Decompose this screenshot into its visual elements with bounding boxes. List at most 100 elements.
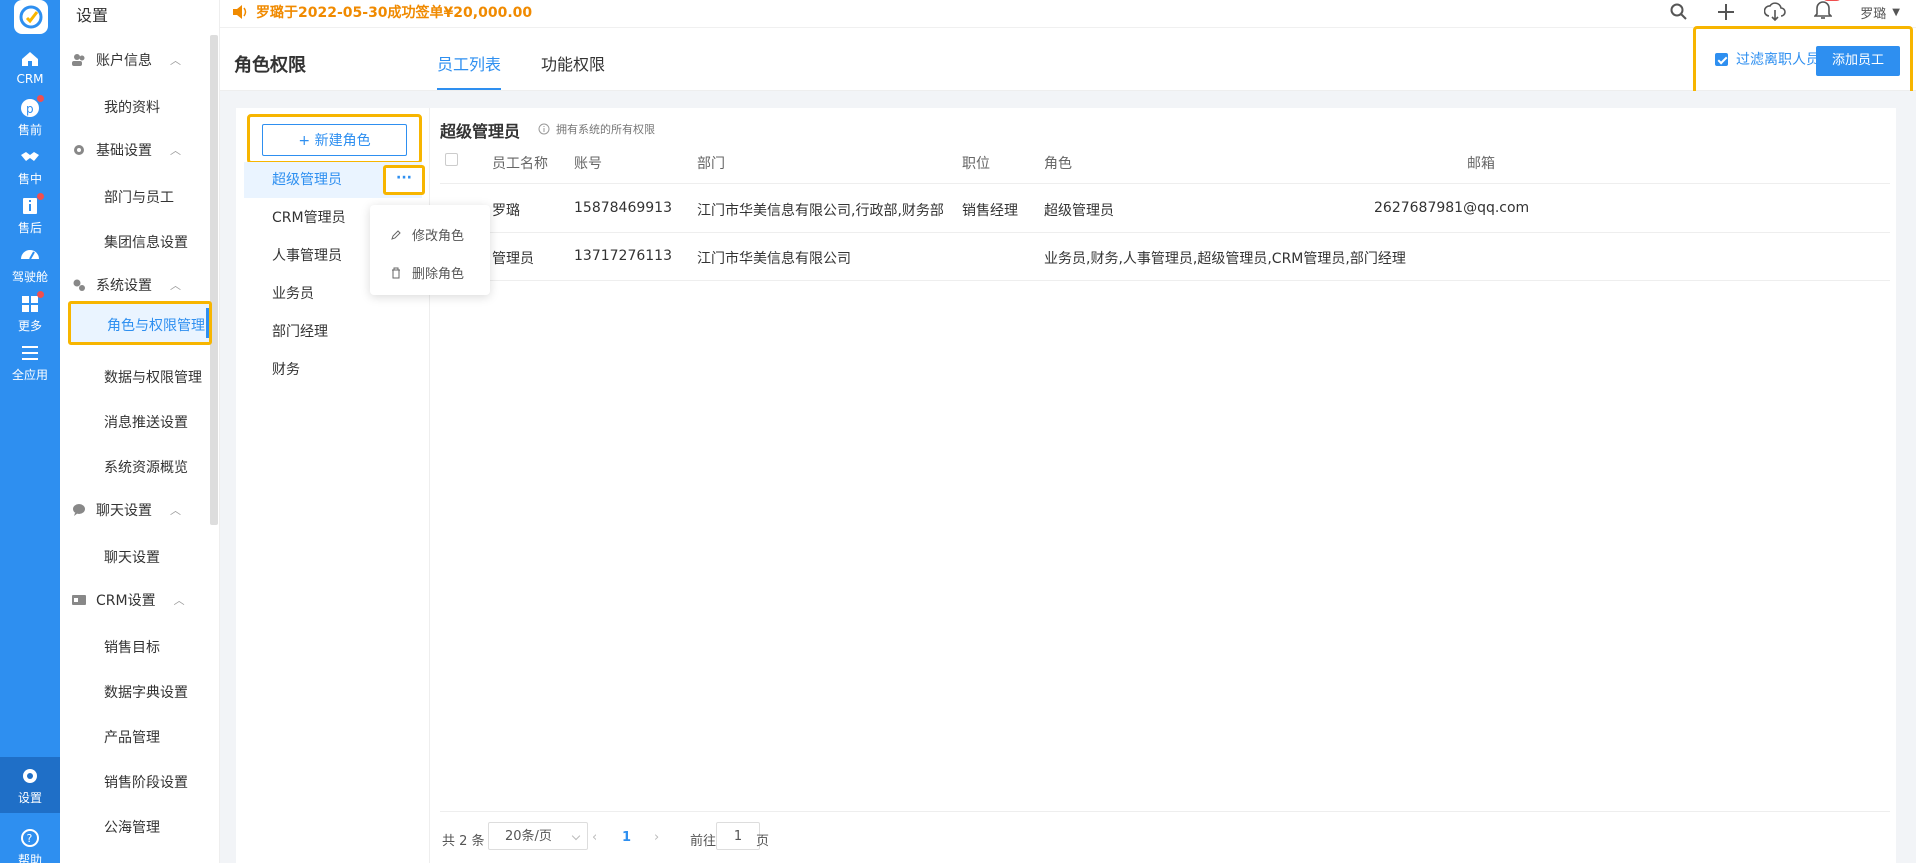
chevron-up-icon: ︿ [170, 504, 181, 517]
role-item-finance[interactable]: 财务 [244, 352, 422, 388]
role-description: 拥有系统的所有权限 [538, 121, 655, 137]
menu-group-basic[interactable]: 基础设置 ︿ [72, 140, 181, 160]
menu-item-sales-target[interactable]: 销售目标 [104, 637, 160, 657]
cell-name: 罗璐 [492, 203, 520, 219]
help-icon: ? [21, 829, 39, 847]
cell-email: 2627687981@qq.com [1374, 200, 1530, 216]
rail-label: 售前 [17, 123, 42, 137]
menu-group-chat[interactable]: 聊天设置 ︿ [72, 500, 181, 520]
rail-label: 帮助 [17, 853, 42, 863]
next-page-icon[interactable]: › [654, 830, 659, 845]
page-size-select[interactable]: 20条/页 [488, 822, 588, 850]
menu-item-chat-settings[interactable]: 聊天设置 [104, 547, 160, 567]
rail-item-more[interactable]: 更多 [0, 285, 60, 341]
chevron-up-icon: ︿ [170, 144, 181, 157]
menu-icon [22, 346, 38, 360]
cloud-download-icon[interactable] [1764, 2, 1787, 22]
chevron-up-icon: ︿ [170, 54, 181, 67]
content-panel: + 新建角色 超级管理员 ··· CRM管理员 人事管理员 业务员 部门经理 财… [236, 108, 1896, 863]
col-header-name[interactable]: 员工名称 [492, 153, 548, 173]
menu-item-profile[interactable]: 我的资料 [104, 97, 160, 117]
col-header-position[interactable]: 职位 [962, 153, 990, 173]
edit-role-item[interactable]: 修改角色 [390, 225, 464, 244]
new-role-button[interactable]: + 新建角色 [262, 124, 407, 156]
menu-scrollbar[interactable] [210, 35, 218, 525]
rail-label: CRM [16, 72, 44, 86]
top-bar-icons: 20 罗璐 ▼ [1670, 0, 1900, 24]
menu-group-label: CRM设置 [96, 593, 156, 609]
top-bar: 罗璐于2022-05-30成功签单¥20,000.00 20 罗璐 ▼ [220, 0, 1916, 28]
rail-item-all-apps[interactable]: 全应用 [0, 334, 60, 390]
more-options-icon[interactable]: ··· [383, 165, 425, 195]
rail-item-aftersale[interactable]: 售后 [0, 187, 60, 243]
rail-item-settings[interactable]: 设置 [0, 757, 60, 813]
role-item-dept-manager[interactable]: 部门经理 [244, 314, 422, 350]
sales-notice[interactable]: 罗璐于2022-05-30成功签单¥20,000.00 [232, 2, 532, 22]
menu-item-push[interactable]: 消息推送设置 [104, 412, 188, 432]
menu-item-dict[interactable]: 数据字典设置 [104, 682, 188, 702]
rail-item-insale[interactable]: 售中 [0, 138, 60, 194]
tab-employee-list[interactable]: 员工列表 [437, 51, 502, 90]
col-header-account[interactable]: 账号 [574, 153, 602, 173]
prev-page-icon[interactable]: ‹ [592, 830, 597, 845]
notification-dot [37, 291, 44, 298]
search-icon[interactable] [1670, 3, 1688, 21]
menu-item-product[interactable]: 产品管理 [104, 727, 160, 747]
col-header-role[interactable]: 角色 [1044, 153, 1072, 173]
users-icon [72, 54, 85, 66]
filter-resigned[interactable]: 过滤离职人员 [1715, 49, 1820, 69]
edit-icon [391, 229, 401, 240]
menu-item-group-info[interactable]: 集团信息设置 [104, 232, 188, 252]
menu-item-data-perm[interactable]: 数据与权限管理 [104, 367, 202, 387]
rail-label: 售中 [17, 172, 42, 186]
tab-function-permissions[interactable]: 功能权限 [541, 51, 605, 75]
left-rail: CRM p 售前 售中 售后 驾驶舱 更多 全应用 设置 ? 帮助 [0, 0, 60, 863]
role-desc-text: 拥有系统的所有权限 [556, 123, 655, 136]
menu-group-label: 账户信息 [96, 53, 152, 69]
cell-role: 超级管理员 [1044, 203, 1114, 219]
notification-dot [37, 193, 44, 200]
menu-group-account[interactable]: 账户信息 ︿ [72, 50, 181, 70]
goto-label: 前往 [690, 834, 717, 849]
col-header-email[interactable]: 邮箱 [1467, 153, 1495, 173]
menu-item-dept[interactable]: 部门与员工 [104, 187, 174, 207]
edit-role-label: 修改角色 [412, 229, 465, 244]
rail-label: 售后 [17, 221, 42, 235]
add-employee-button[interactable]: 添加员工 [1816, 46, 1900, 76]
col-header-dept[interactable]: 部门 [697, 153, 725, 173]
id-card-icon [72, 595, 86, 605]
table-row[interactable]: 罗璐 15878469913 江门市华美信息有限公司,行政部,财务部 销售经理 … [440, 185, 1890, 233]
app-logo[interactable] [14, 0, 48, 34]
goto-page-input[interactable]: 1 [716, 822, 760, 850]
menu-item-stage[interactable]: 销售阶段设置 [104, 772, 188, 792]
svg-text:?: ? [27, 832, 33, 845]
rail-item-help[interactable]: ? 帮助 [0, 815, 60, 863]
page-number[interactable]: 1 [622, 830, 631, 845]
rail-item-crm[interactable]: CRM [0, 40, 60, 96]
gear-icon [23, 769, 37, 783]
menu-item-roles[interactable]: 角色与权限管理 [68, 301, 212, 345]
menu-item-resources[interactable]: 系统资源概览 [104, 457, 188, 477]
user-name: 罗璐 [1860, 6, 1887, 22]
select-all-checkbox[interactable] [445, 153, 458, 166]
trash-icon [392, 267, 400, 278]
main-body: + 新建角色 超级管理员 ··· CRM管理员 人事管理员 业务员 部门经理 财… [220, 91, 1916, 863]
plus-icon[interactable] [1716, 2, 1736, 22]
total-count: 共 2 条 [442, 834, 485, 849]
cell-account: 15878469913 [574, 200, 672, 216]
menu-group-label: 聊天设置 [96, 503, 152, 519]
menu-group-crm[interactable]: CRM设置 ︿ [72, 590, 185, 610]
employee-grid: 超级管理员 拥有系统的所有权限 员工名称 账号 部门 职位 角色 邮箱 罗璐 1… [430, 108, 1896, 863]
menu-item-sea[interactable]: 公海管理 [104, 817, 160, 837]
user-menu[interactable]: 罗璐 ▼ [1860, 3, 1900, 22]
gear-icon [74, 145, 84, 155]
filter-checkbox[interactable] [1715, 52, 1728, 66]
notification-bell[interactable]: 20 [1813, 0, 1843, 24]
info-circle-icon [538, 123, 550, 135]
rail-item-cockpit[interactable]: 驾驶舱 [0, 236, 60, 292]
delete-role-item[interactable]: 删除角色 [390, 263, 464, 282]
table-row[interactable]: 管理员 13717276113 江门市华美信息有限公司 业务员,财务,人事管理员… [440, 233, 1890, 281]
home-icon [22, 52, 38, 66]
rail-item-presale[interactable]: p 售前 [0, 89, 60, 145]
menu-group-system[interactable]: 系统设置 ︿ [72, 275, 181, 295]
